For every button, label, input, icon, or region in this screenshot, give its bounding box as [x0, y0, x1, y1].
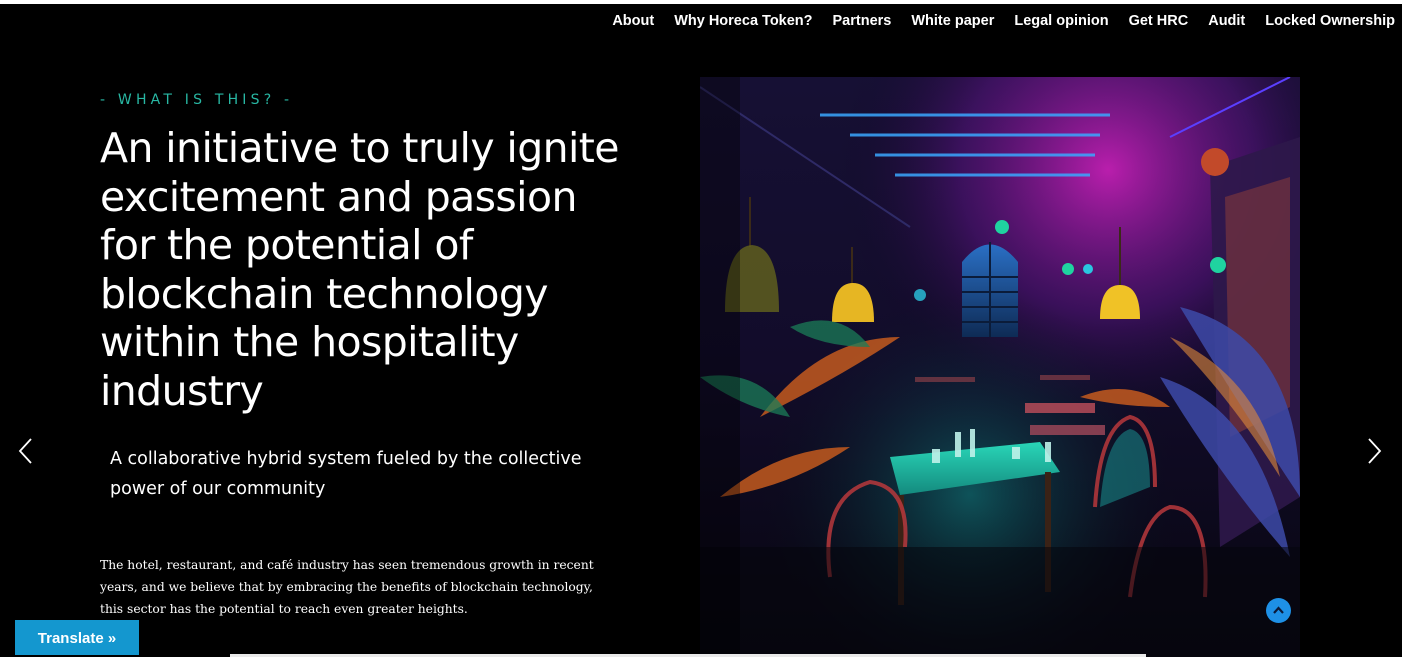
- chevron-right-icon: [1368, 438, 1382, 464]
- main-nav: About Why Horeca Token? Partners White p…: [602, 12, 1395, 30]
- nav-locked-ownership[interactable]: Locked Ownership: [1255, 12, 1395, 30]
- hero-headline: An initiative to truly ignite excitement…: [100, 124, 620, 415]
- slider-prev-button[interactable]: [14, 436, 38, 466]
- hero-body-text: The hotel, restaurant, and café industry…: [100, 558, 594, 616]
- chevron-left-icon: [18, 438, 32, 464]
- section-kicker: - WHAT IS THIS? -: [100, 92, 294, 108]
- nav-legal-opinion[interactable]: Legal opinion: [1004, 12, 1118, 30]
- translate-button[interactable]: Translate »: [15, 620, 139, 655]
- hero-subheading: A collaborative hybrid system fueled by …: [110, 449, 582, 499]
- nav-why-horeca-token[interactable]: Why Horeca Token?: [664, 12, 822, 30]
- nav-white-paper[interactable]: White paper: [901, 12, 1004, 30]
- nav-partners[interactable]: Partners: [823, 12, 902, 30]
- nav-audit[interactable]: Audit: [1198, 12, 1255, 30]
- scroll-to-top-button[interactable]: [1266, 598, 1291, 623]
- page: About Why Horeca Token? Partners White p…: [0, 4, 1406, 657]
- nav-get-hrc[interactable]: Get HRC: [1119, 12, 1199, 30]
- nav-about[interactable]: About: [602, 12, 664, 30]
- slider-next-button[interactable]: [1362, 436, 1386, 466]
- hero-restaurant-image: [700, 77, 1300, 657]
- chevron-up-icon: [1273, 606, 1284, 614]
- right-edge: [1402, 4, 1406, 657]
